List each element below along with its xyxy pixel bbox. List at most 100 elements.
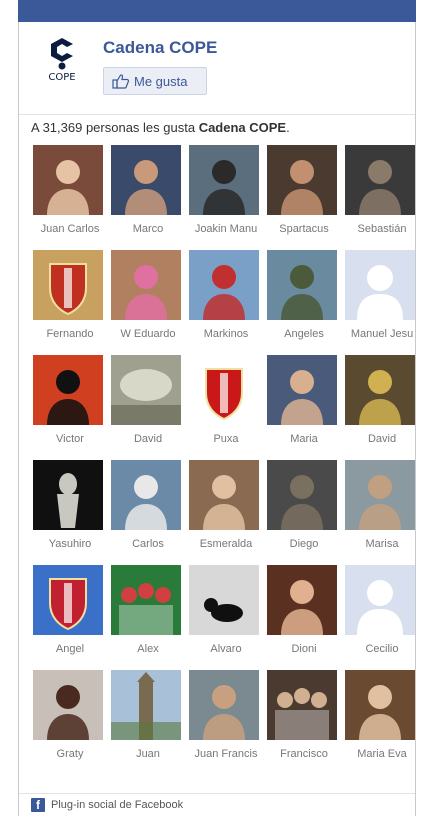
- fan-avatar[interactable]: [267, 565, 337, 635]
- fan-name[interactable]: Angel: [31, 643, 109, 655]
- fan-item[interactable]: Marisa: [343, 460, 421, 565]
- fan-item[interactable]: David: [343, 355, 421, 460]
- fan-name[interactable]: Maria: [265, 433, 343, 445]
- fan-name[interactable]: Alvaro: [187, 643, 265, 655]
- fan-name[interactable]: Puxa: [187, 433, 265, 445]
- fan-avatar[interactable]: [345, 460, 415, 530]
- fan-item[interactable]: David: [109, 355, 187, 460]
- cope-logo-icon: [51, 38, 73, 70]
- fan-name[interactable]: Angeles: [265, 328, 343, 340]
- fan-name[interactable]: Alex: [109, 643, 187, 655]
- fan-count-page-name[interactable]: Cadena COPE: [199, 120, 286, 135]
- fan-name[interactable]: David: [109, 433, 187, 445]
- thumbs-up-icon: [112, 74, 130, 89]
- fan-item[interactable]: Markinos: [187, 250, 265, 355]
- fan-item[interactable]: Juan Francis: [187, 670, 265, 775]
- fan-item[interactable]: Graty: [31, 670, 109, 775]
- fan-avatar[interactable]: [189, 145, 259, 215]
- like-button[interactable]: Me gusta: [103, 67, 207, 95]
- fan-avatar[interactable]: [189, 565, 259, 635]
- fan-avatar[interactable]: [189, 460, 259, 530]
- fan-item[interactable]: Alex: [109, 565, 187, 670]
- fan-name[interactable]: Juan: [109, 748, 187, 760]
- fan-avatar[interactable]: [33, 460, 103, 530]
- social-plugin-link[interactable]: Plug-in social de Facebook: [51, 799, 183, 811]
- fan-item[interactable]: Manuel Jesu: [343, 250, 421, 355]
- fan-name[interactable]: Dioni: [265, 643, 343, 655]
- fan-avatar[interactable]: [33, 250, 103, 320]
- fan-avatar[interactable]: [267, 250, 337, 320]
- fan-name[interactable]: Marco: [109, 223, 187, 235]
- page-name-link[interactable]: Cadena COPE: [103, 38, 217, 58]
- fan-item[interactable]: Francisco: [265, 670, 343, 775]
- fan-avatar[interactable]: [33, 355, 103, 425]
- fan-item[interactable]: Victor: [31, 355, 109, 460]
- fan-avatar[interactable]: [345, 670, 415, 740]
- fan-name[interactable]: Juan Carlos: [31, 223, 109, 235]
- fan-avatar[interactable]: [33, 670, 103, 740]
- cope-logo[interactable]: COPE: [37, 36, 87, 96]
- fan-avatar[interactable]: [111, 355, 181, 425]
- fan-avatar[interactable]: [345, 565, 415, 635]
- fan-item[interactable]: Yasuhiro: [31, 460, 109, 565]
- fan-name[interactable]: Graty: [31, 748, 109, 760]
- fan-avatar[interactable]: [189, 355, 259, 425]
- fan-item[interactable]: Spartacus: [265, 145, 343, 250]
- fan-name[interactable]: Yasuhiro: [31, 538, 109, 550]
- fan-item[interactable]: Angel: [31, 565, 109, 670]
- fan-avatar[interactable]: [267, 670, 337, 740]
- fan-name[interactable]: Markinos: [187, 328, 265, 340]
- fan-name[interactable]: Maria Eva: [343, 748, 421, 760]
- fan-item[interactable]: Puxa: [187, 355, 265, 460]
- fan-item[interactable]: W Eduardo: [109, 250, 187, 355]
- fan-name[interactable]: David: [343, 433, 421, 445]
- fan-item[interactable]: Joakin Manu: [187, 145, 265, 250]
- fan-name[interactable]: Diego: [265, 538, 343, 550]
- fan-item[interactable]: Esmeralda: [187, 460, 265, 565]
- fan-name[interactable]: Victor: [31, 433, 109, 445]
- fan-name[interactable]: Marisa: [343, 538, 421, 550]
- person-photo-icon: [267, 460, 337, 530]
- fan-avatar[interactable]: [111, 460, 181, 530]
- fan-avatar[interactable]: [111, 145, 181, 215]
- fan-item[interactable]: Carlos: [109, 460, 187, 565]
- fan-name[interactable]: Manuel Jesu: [343, 328, 421, 340]
- fan-avatar[interactable]: [345, 145, 415, 215]
- fan-name[interactable]: Spartacus: [265, 223, 343, 235]
- fan-item[interactable]: Marco: [109, 145, 187, 250]
- fan-name[interactable]: Carlos: [109, 538, 187, 550]
- fan-name[interactable]: Sebastián: [343, 223, 421, 235]
- fan-avatar[interactable]: [33, 565, 103, 635]
- fan-name[interactable]: Joakin Manu: [187, 223, 265, 235]
- fan-avatar[interactable]: [189, 670, 259, 740]
- facebook-icon[interactable]: f: [31, 798, 45, 812]
- fan-name[interactable]: Cecilio: [343, 643, 421, 655]
- fan-item[interactable]: Dioni: [265, 565, 343, 670]
- fan-name[interactable]: Juan Francis: [187, 748, 265, 760]
- fan-name[interactable]: Francisco: [265, 748, 343, 760]
- fan-item[interactable]: Sebastián: [343, 145, 421, 250]
- fan-avatar[interactable]: [345, 250, 415, 320]
- fan-avatar[interactable]: [33, 145, 103, 215]
- fan-item[interactable]: Juan Carlos: [31, 145, 109, 250]
- fan-avatar[interactable]: [267, 460, 337, 530]
- fan-item[interactable]: Diego: [265, 460, 343, 565]
- fan-name[interactable]: Fernando: [31, 328, 109, 340]
- fan-avatar[interactable]: [111, 565, 181, 635]
- person-photo-icon: [267, 355, 337, 425]
- fan-avatar[interactable]: [111, 670, 181, 740]
- fan-item[interactable]: Juan: [109, 670, 187, 775]
- fan-avatar[interactable]: [189, 250, 259, 320]
- fan-name[interactable]: W Eduardo: [109, 328, 187, 340]
- fan-item[interactable]: Alvaro: [187, 565, 265, 670]
- fan-item[interactable]: Maria Eva: [343, 670, 421, 775]
- fan-avatar[interactable]: [267, 145, 337, 215]
- fan-name[interactable]: Esmeralda: [187, 538, 265, 550]
- fan-avatar[interactable]: [111, 250, 181, 320]
- fan-avatar[interactable]: [267, 355, 337, 425]
- fan-item[interactable]: Maria: [265, 355, 343, 460]
- fan-item[interactable]: Fernando: [31, 250, 109, 355]
- fan-item[interactable]: Angeles: [265, 250, 343, 355]
- fan-avatar[interactable]: [345, 355, 415, 425]
- fan-item[interactable]: Cecilio: [343, 565, 421, 670]
